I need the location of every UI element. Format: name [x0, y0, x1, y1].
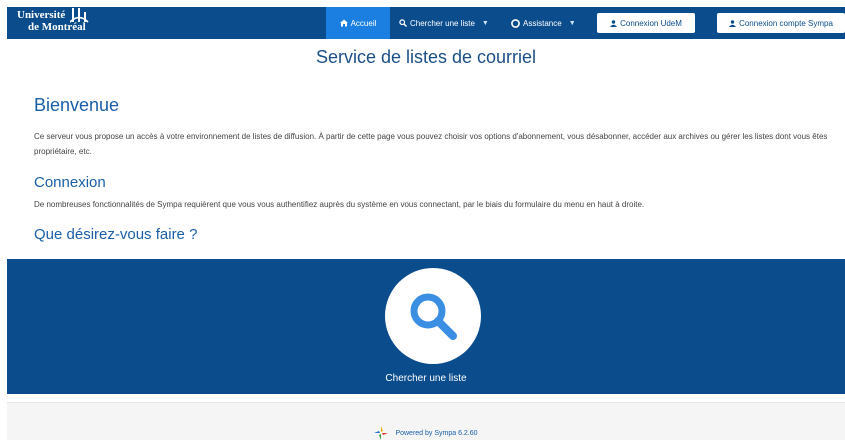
- search-panel: Chercher une liste: [7, 259, 845, 394]
- chevron-down-icon: ▼: [481, 19, 489, 27]
- sympa-logo-icon: [374, 426, 389, 440]
- main-content: Bienvenue Ce serveur vous propose un acc…: [7, 80, 845, 248]
- chevron-down-icon: ▼: [568, 19, 576, 27]
- page-title: Service de listes de courriel: [315, 47, 537, 67]
- search-icon: [410, 293, 457, 340]
- search-list-button[interactable]: [385, 268, 481, 364]
- nav-assistance[interactable]: Assistance ▼: [504, 7, 583, 39]
- connexion-heading: Connexion: [34, 174, 106, 191]
- welcome-text: Ce serveur vous propose un accès à votre…: [34, 132, 828, 157]
- search-list-label[interactable]: Chercher une liste: [7, 373, 845, 384]
- nav-chercher-une-liste[interactable]: Chercher une liste ▼: [392, 7, 496, 39]
- udem-logo[interactable]: Université de Montréal: [17, 8, 89, 33]
- user-icon: [610, 19, 618, 27]
- top-navbar: Université de Montréal Accueil Chercher …: [7, 7, 845, 39]
- home-icon: [339, 19, 348, 27]
- nav-accueil[interactable]: Accueil: [326, 7, 390, 39]
- search-icon: [399, 19, 407, 27]
- powered-by-link[interactable]: Powered by Sympa 6.2.60: [395, 430, 477, 437]
- login-udem-button[interactable]: Connexion UdeM: [597, 13, 695, 33]
- user-icon: [729, 19, 737, 27]
- footer: Powered by Sympa 6.2.60: [7, 402, 845, 440]
- welcome-heading: Bienvenue: [34, 95, 120, 115]
- connexion-text: De nombreuses fonctionnalités de Sympa r…: [34, 200, 645, 209]
- que-faire-heading: Que désirez-vous faire ?: [34, 226, 198, 243]
- login-sympa-button[interactable]: Connexion compte Sympa: [717, 13, 845, 33]
- udem-logo-mark-icon: [70, 8, 89, 23]
- lifebuoy-icon: [511, 18, 520, 28]
